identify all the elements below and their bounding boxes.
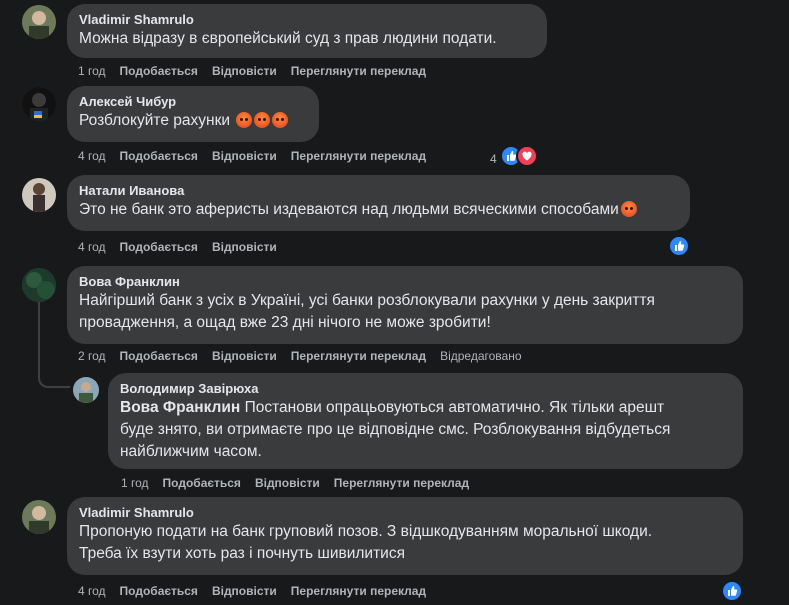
reply-button[interactable]: Відповісти (212, 240, 277, 254)
angry-emoji-icon (254, 112, 271, 128)
translate-button[interactable]: Переглянути переклад (291, 149, 426, 163)
like-button[interactable]: Подобається (120, 64, 198, 78)
reply-button[interactable]: Відповісти (212, 349, 277, 363)
comment-time[interactable]: 2 год (78, 349, 106, 363)
angry-emoji-icon (620, 201, 637, 217)
reaction-summary[interactable] (668, 235, 690, 258)
comment-bubble: Володимир Завірюха Вова Франклин Постано… (108, 373, 743, 469)
comment-bubble: Vladimir Shamrulo Пропоную подати на бан… (67, 497, 743, 575)
comment-text-line: Найгірший банк з усіх в Україні, усі бан… (79, 292, 655, 309)
translate-button[interactable]: Переглянути переклад (291, 584, 426, 598)
like-reaction-icon (721, 580, 743, 602)
comment-time[interactable]: 1 год (121, 476, 149, 490)
reaction-count: 4 (490, 152, 497, 166)
comment-time[interactable]: 1 год (78, 64, 106, 78)
comment-time[interactable]: 4 год (78, 584, 106, 598)
like-button[interactable]: Подобається (163, 476, 241, 490)
comment-text: Это не банк это аферисты издеваются над … (79, 201, 619, 218)
comment-text-line: буде знято, ви отримаєте про це відповід… (120, 421, 671, 438)
reply-thread-line (38, 302, 70, 388)
angry-emoji-icon (272, 112, 289, 128)
comment-author[interactable]: Vladimir Shamrulo (79, 505, 731, 521)
love-reaction-icon (516, 145, 539, 167)
reaction-summary[interactable] (721, 580, 743, 603)
comment-bubble: Алексей Чибур Розблокуйте рахунки (67, 86, 319, 142)
comment-text-line: Треба їх взути хоть раз і почнуть шивили… (79, 545, 405, 562)
reply-button[interactable]: Відповісти (212, 584, 277, 598)
like-button[interactable]: Подобається (120, 240, 198, 254)
comment-text-line: Постанови опрацьовуються автоматично. Як… (244, 399, 665, 416)
comment-bubble: Вова Франклин Найгірший банк з усіх в Ук… (67, 266, 743, 344)
comment-actions: 2 год Подобається Відповісти Переглянути пе… (78, 348, 536, 364)
comment-author[interactable]: Натали Иванова (79, 183, 678, 199)
angry-emoji-icon (236, 112, 253, 128)
comment-text-line: найближчим часом. (120, 443, 262, 460)
comment-text-line: провадження, а ощад вже 23 дні нічого не… (79, 314, 491, 331)
avatar[interactable] (22, 87, 56, 121)
like-button[interactable]: Подобається (120, 149, 198, 163)
reply-button[interactable]: Відповісти (212, 149, 277, 163)
reply-button[interactable]: Відповісти (212, 64, 277, 78)
edited-label[interactable]: Відредаговано (440, 349, 521, 363)
comment-bubble: Vladimir Shamrulo Можна відразу в європе… (67, 4, 547, 58)
mention-link[interactable]: Вова Франклин (120, 399, 240, 416)
avatar[interactable] (22, 5, 56, 39)
avatar[interactable] (22, 178, 56, 212)
comment-author[interactable]: Володимир Завірюха (120, 381, 731, 397)
comment-author[interactable]: Vladimir Shamrulo (79, 12, 535, 28)
comment-time[interactable]: 4 год (78, 149, 106, 163)
comment-text-line: Пропоную подати на банк груповий позов. … (79, 523, 653, 540)
translate-button[interactable]: Переглянути переклад (291, 349, 426, 363)
like-button[interactable]: Подобається (120, 349, 198, 363)
comment-text: Розблокуйте рахунки (79, 112, 231, 129)
comment-actions: 4 год Подобається Відповісти Переглянути пе… (78, 148, 440, 164)
comment-actions: 4 год Подобається Відповісти (78, 239, 291, 255)
avatar[interactable] (73, 377, 99, 403)
comment-text: Можна відразу в європейський суд з прав … (79, 30, 497, 47)
comment-actions: 1 год Подобається Відповісти Переглянути пе… (121, 475, 483, 491)
reply-button[interactable]: Відповісти (255, 476, 320, 490)
avatar[interactable] (22, 268, 56, 302)
like-button[interactable]: Подобається (120, 584, 198, 598)
reaction-summary[interactable]: 4 (490, 145, 539, 169)
avatar[interactable] (22, 500, 56, 534)
comment-actions: 4 год Подобається Відповісти Переглянути пе… (78, 583, 440, 599)
like-reaction-icon (668, 235, 690, 257)
translate-button[interactable]: Переглянути переклад (291, 64, 426, 78)
comment-author[interactable]: Алексей Чибур (79, 94, 307, 110)
comment-actions: 1 год Подобається Відповісти Переглянути пе… (78, 63, 440, 79)
comment-author[interactable]: Вова Франклин (79, 274, 731, 290)
comment-bubble: Натали Иванова Это не банк это аферисты … (67, 175, 690, 231)
translate-button[interactable]: Переглянути переклад (334, 476, 469, 490)
comment-time[interactable]: 4 год (78, 240, 106, 254)
